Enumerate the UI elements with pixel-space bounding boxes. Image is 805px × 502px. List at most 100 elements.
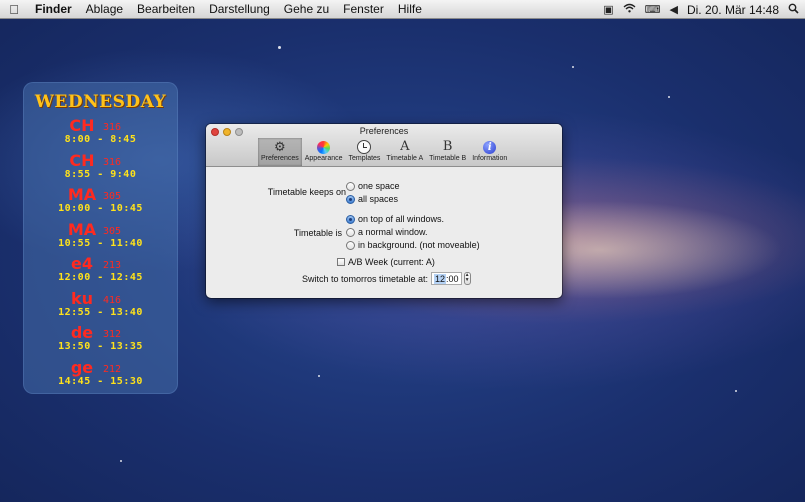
clock-icon [357, 140, 372, 154]
entry-subject: ku [70, 288, 94, 308]
option-label: on top of all windows. [358, 214, 445, 224]
tab-label: Templates [348, 155, 381, 162]
menu-hilfe[interactable]: Hilfe [391, 2, 429, 16]
entry-subject: CH [69, 150, 95, 170]
toolbar: ⚙ Preferences Appearance Templates A Tim… [258, 138, 510, 167]
entry-subject: CH [69, 116, 95, 135]
time-stepper[interactable]: ▲ ▼ [463, 272, 471, 285]
entry-subject: ge [70, 357, 94, 377]
entry-subject: de [70, 323, 94, 342]
entry-subject: MA [67, 219, 97, 239]
preferences-content: Timetable keeps on one space all spaces … [206, 168, 562, 298]
menu-gehe-zu[interactable]: Gehe zu [277, 2, 336, 16]
option-label: all spaces [358, 194, 399, 204]
radio-button[interactable] [346, 227, 355, 237]
entry-room: 213 [103, 260, 122, 271]
timetable-widget[interactable]: WEDNESDAY CH 316 8:00 - 8:45 CH 316 8:55 - 9:… [23, 82, 178, 394]
radio-button[interactable] [346, 240, 355, 250]
tab-label: Timetable B [429, 155, 467, 162]
radio-background[interactable]: in background. (not moveable) [346, 240, 480, 250]
radio-normal-window[interactable]: a normal window. [346, 227, 428, 237]
gear-icon: ⚙ [274, 139, 286, 154]
entry-time: 10:55 - 11:40 [58, 237, 143, 249]
tab-label: Appearance [304, 155, 343, 162]
timetable-day: WEDNESDAY [34, 92, 167, 112]
tab-timetable-b[interactable]: B Timetable B [426, 138, 469, 166]
entry-room: 212 [103, 363, 122, 375]
timetable-entry: CH 316 8:00 - 8:45 [23, 116, 178, 150]
window-icon[interactable]: ▣ [603, 3, 613, 16]
timetable-entry: MA 305 10:00 - 10:45 [23, 185, 178, 219]
timetable-entry: ku 416 12:55 - 13:40 [23, 289, 178, 323]
entry-room: 305 [103, 225, 122, 237]
menu-ablage[interactable]: Ablage [79, 2, 130, 16]
window-title: Preferences [359, 126, 409, 136]
radio-button[interactable] [346, 214, 355, 224]
tab-timetable-a[interactable]: A Timetable A [383, 138, 426, 166]
menu-darstellung[interactable]: Darstellung [202, 2, 277, 16]
menu-extras: ▣ ⌨ ◀ Di. 20. Mär 14:48 [603, 0, 799, 19]
entry-time: 8:00 - 8:45 [64, 134, 137, 145]
switch-time-field[interactable]: 12:00 ▲ ▼ [431, 272, 471, 285]
timetable-entry: ge 212 14:45 - 15:30 [23, 358, 178, 392]
star [668, 96, 670, 98]
tab-label: Timetable A [386, 155, 424, 162]
checkbox-label: A/B Week (current: A) [348, 257, 435, 267]
entry-room: 312 [103, 329, 122, 340]
entry-room: 316 [103, 122, 122, 133]
letter-a-icon: A [400, 139, 410, 154]
timetable-entry: de 312 13:50 - 13:35 [23, 323, 178, 357]
menu-bar:  Finder Ablage Bearbeiten Darstellung G… [0, 0, 805, 19]
color-wheel-icon [317, 141, 331, 154]
radio-one-space[interactable]: one space [346, 181, 400, 191]
star [735, 390, 737, 392]
tab-label: Preferences [261, 155, 299, 162]
entry-time: 14:45 - 15:30 [58, 375, 143, 387]
tab-information[interactable]: i Information [469, 138, 510, 166]
tab-preferences[interactable]: ⚙ Preferences [258, 138, 302, 166]
preferences-window: Preferences ⚙ Preferences Appearance Tem… [206, 124, 562, 298]
tab-label: Information [472, 155, 508, 162]
menu-clock[interactable]: Di. 20. Mär 14:48 [687, 3, 779, 17]
option-label: one space [358, 181, 400, 191]
radio-button[interactable] [346, 181, 355, 191]
menu-bearbeiten[interactable]: Bearbeiten [130, 2, 202, 16]
tab-templates[interactable]: Templates [346, 138, 384, 166]
entry-time: 10:00 - 10:45 [58, 203, 143, 214]
keeps-on-label: Timetable keeps on [267, 187, 346, 197]
ab-week-checkbox[interactable]: A/B Week (current: A) [337, 257, 435, 267]
menu-fenster[interactable]: Fenster [336, 2, 391, 16]
tab-appearance[interactable]: Appearance [302, 138, 346, 166]
option-label: in background. (not moveable) [358, 240, 480, 250]
title-bar[interactable]: Preferences ⚙ Preferences Appearance Tem… [206, 124, 562, 167]
letter-b-icon: B [442, 139, 453, 154]
timetable-is-label: Timetable is [293, 228, 342, 238]
radio-button[interactable] [346, 194, 355, 204]
radio-all-spaces[interactable]: all spaces [346, 194, 398, 204]
timetable-entry: MA 305 10:55 - 11:40 [23, 220, 178, 254]
checkbox[interactable] [337, 258, 345, 266]
entry-subject: e4 [71, 254, 93, 273]
radio-on-top[interactable]: on top of all windows. [346, 214, 444, 224]
entry-room: 305 [103, 191, 122, 202]
entry-room: 416 [103, 294, 122, 306]
apple-menu-icon[interactable]:  [0, 2, 28, 17]
spotlight-icon[interactable] [788, 3, 799, 17]
time-input[interactable]: 12:00 [431, 272, 462, 285]
minute-segment[interactable]: 00 [449, 274, 459, 284]
entry-time: 13:50 - 13:35 [58, 341, 143, 352]
entry-time: 8:55 - 9:40 [64, 168, 137, 180]
entry-time: 12:55 - 13:40 [58, 306, 143, 318]
timetable-entry: CH 316 8:55 - 9:40 [23, 151, 178, 185]
star [278, 46, 281, 49]
entry-time: 12:00 - 12:45 [58, 272, 143, 283]
hour-segment[interactable]: 12 [434, 273, 447, 284]
volume-icon[interactable]: ◀ [669, 3, 677, 16]
wifi-icon[interactable] [623, 3, 636, 16]
star [318, 375, 320, 377]
menu-finder[interactable]: Finder [28, 2, 79, 16]
info-icon: i [483, 141, 497, 154]
keyboard-icon[interactable]: ⌨ [645, 3, 661, 16]
option-label: a normal window. [358, 227, 428, 237]
timetable-entry: e4 213 12:00 - 12:45 [23, 254, 178, 288]
